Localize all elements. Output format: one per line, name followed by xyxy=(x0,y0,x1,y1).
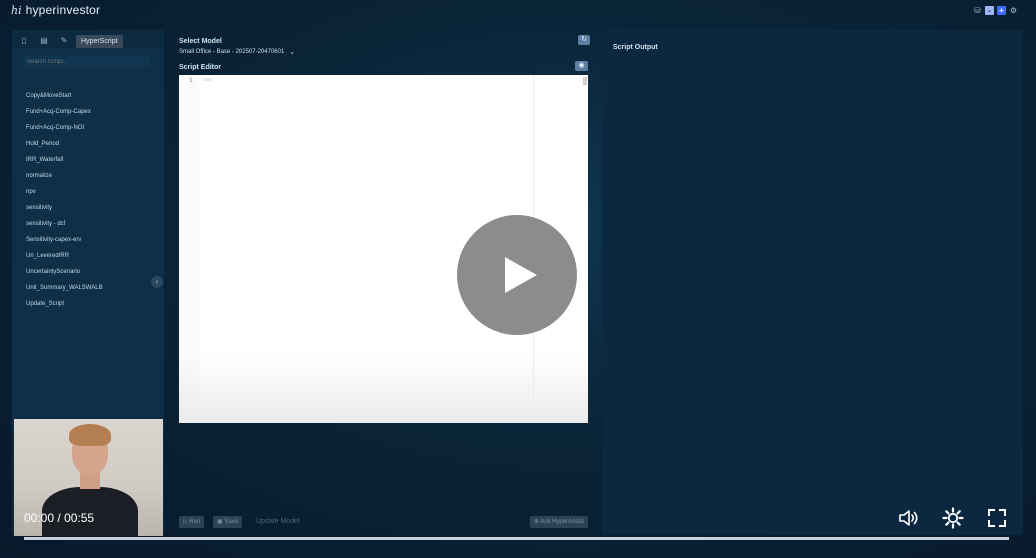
script-list-item[interactable]: Sensitivity-capex-erv xyxy=(26,236,103,252)
editor-fade-overlay xyxy=(179,353,588,423)
app-name: hyperinvestor xyxy=(25,3,101,17)
volume-icon[interactable] xyxy=(897,506,921,530)
editor-actions: ▷ Run ▣ Save Update Model ⊕ Ask HyperAss… xyxy=(179,516,589,528)
script-list-item[interactable]: Fund+Acq-Comp-Capex xyxy=(26,108,103,124)
database-icon[interactable]: ⛁ xyxy=(973,6,982,15)
play-button[interactable] xyxy=(457,215,577,335)
script-list-panel: Copy&MoveStartFund+Acq-Comp-CapexFund+Ac… xyxy=(12,48,164,434)
script-editor-label: Script Editor xyxy=(179,64,222,71)
top-right-controls: ⛁ - + ⚙ xyxy=(973,6,1018,15)
code-line[interactable]: new xyxy=(203,77,212,83)
search-script-input[interactable] xyxy=(24,56,150,68)
zoom-in-button[interactable]: + xyxy=(997,6,1006,15)
script-list-item[interactable]: Copy&MoveStart xyxy=(26,92,103,108)
model-select-value: Small Office - Base - 202507-20470601 xyxy=(179,48,285,55)
app-logo[interactable]: hi hyperinvestor xyxy=(11,3,100,17)
top-bar: hi hyperinvestor ⛁ - + ⚙ xyxy=(0,0,1036,24)
select-model-label: Select Model xyxy=(179,38,222,45)
file-icon[interactable]: ▯ xyxy=(16,34,32,48)
script-list-item[interactable]: npv xyxy=(26,188,103,204)
presenter-hair xyxy=(69,424,111,446)
refresh-button[interactable]: ↻ xyxy=(578,35,590,45)
script-list-item[interactable]: Hold_Period xyxy=(26,140,103,156)
update-model-button[interactable]: Update Model xyxy=(256,516,300,528)
duration: 00:55 xyxy=(64,511,95,525)
sidebar-tabs: ▯ ▤ ✎ HyperScript xyxy=(16,34,123,48)
current-time: 00:00 xyxy=(24,511,55,525)
collapse-sidebar-button[interactable]: ‹ xyxy=(151,276,163,288)
script-list: Copy&MoveStart Fund+Acq-Comp-Capex Fund+Ac… xyxy=(26,92,103,316)
script-list-item[interactable]: sensitivity xyxy=(26,204,103,220)
time-separator: / xyxy=(57,511,61,525)
tab-hyperscript[interactable]: HyperScript xyxy=(76,34,123,48)
table-icon[interactable]: ▤ xyxy=(36,34,52,48)
script-list-item[interactable]: normalize xyxy=(26,172,103,188)
line-number: 1 xyxy=(189,77,193,84)
script-list-item[interactable]: UncertaintyScenario xyxy=(26,268,103,284)
video-progress-bar[interactable] xyxy=(24,537,1009,540)
fullscreen-icon[interactable] xyxy=(985,506,1009,530)
editor-scrollbar[interactable] xyxy=(583,77,587,85)
script-output-panel: Script Output xyxy=(602,30,1023,535)
script-icon[interactable]: ✎ xyxy=(56,34,72,48)
ask-hyperassist-button[interactable]: ⊕ Ask HyperAssist xyxy=(530,516,589,528)
model-select[interactable]: Small Office - Base - 202507-20470601 ⌄ xyxy=(179,46,319,57)
chevron-down-icon: ⌄ xyxy=(289,48,296,56)
logo-mark-icon: hi xyxy=(11,3,22,17)
script-list-item[interactable]: Un_LeveredIRR xyxy=(26,252,103,268)
script-list-item[interactable]: Update_Script xyxy=(26,300,103,316)
video-time: 00:00 / 00:55 xyxy=(24,511,94,525)
gear-icon[interactable]: ⚙ xyxy=(1009,6,1018,15)
script-list-item[interactable]: Fund+Acq-Comp-NOI xyxy=(26,124,103,140)
script-list-item[interactable]: IRR_Waterfall xyxy=(26,156,103,172)
settings-icon[interactable] xyxy=(941,506,965,530)
script-output-label: Script Output xyxy=(613,44,658,51)
save-button[interactable]: ▣ Save xyxy=(213,516,243,528)
eye-icon[interactable]: ◉ xyxy=(575,61,588,71)
zoom-out-button[interactable]: - xyxy=(985,6,994,15)
run-button[interactable]: ▷ Run xyxy=(179,516,205,528)
play-icon xyxy=(505,257,537,293)
script-list-item[interactable]: Unit_Summary_WALSWALB xyxy=(26,284,103,300)
script-list-item[interactable]: sensitivity - dcf xyxy=(26,220,103,236)
